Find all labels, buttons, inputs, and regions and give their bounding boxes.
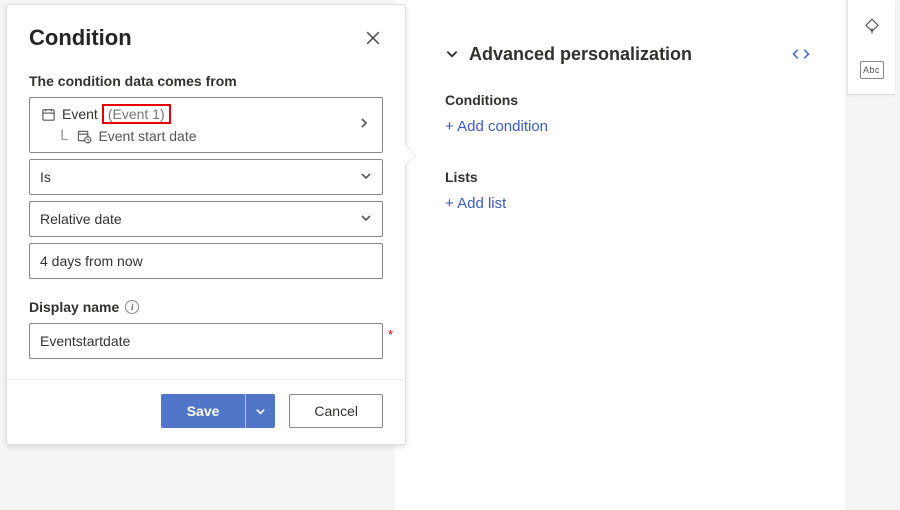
save-split-button: Save bbox=[161, 394, 276, 428]
condition-source-picker[interactable]: Event (Event 1) L bbox=[29, 97, 383, 153]
operator-select[interactable]: Is bbox=[29, 159, 383, 195]
add-condition-link[interactable]: + Add condition bbox=[445, 118, 548, 135]
code-icon[interactable] bbox=[787, 40, 815, 68]
event-label: Event bbox=[62, 106, 98, 122]
chevron-right-icon bbox=[358, 116, 370, 132]
dialog-title: Condition bbox=[29, 25, 132, 51]
calendar-clock-icon bbox=[76, 128, 92, 144]
right-tool-rail: Abc bbox=[847, 0, 895, 95]
cancel-button[interactable]: Cancel bbox=[289, 394, 383, 428]
chevron-down-icon bbox=[360, 169, 372, 185]
info-icon[interactable]: i bbox=[125, 300, 139, 314]
panel-toggle[interactable]: Advanced personalization bbox=[445, 44, 692, 65]
add-list-link[interactable]: + Add list bbox=[445, 195, 506, 212]
close-icon[interactable] bbox=[363, 28, 383, 48]
tag-icon[interactable] bbox=[852, 6, 892, 46]
required-indicator: * bbox=[388, 327, 393, 342]
event-field: Event start date bbox=[98, 128, 196, 144]
lists-section-label: Lists bbox=[445, 169, 815, 185]
chevron-down-icon bbox=[360, 211, 372, 227]
abc-icon[interactable]: Abc bbox=[852, 50, 892, 90]
display-name-input[interactable]: Eventstartdate bbox=[29, 323, 383, 359]
personalization-panel: Advanced personalization Conditions + Ad… bbox=[395, 0, 845, 510]
value-input[interactable]: 4 days from now bbox=[29, 243, 383, 279]
calendar-icon bbox=[40, 106, 56, 122]
display-name-label: Display name i bbox=[29, 299, 383, 315]
value-type-select[interactable]: Relative date bbox=[29, 201, 383, 237]
conditions-section-label: Conditions bbox=[445, 92, 815, 108]
source-label: The condition data comes from bbox=[29, 73, 383, 89]
save-button[interactable]: Save bbox=[161, 394, 246, 428]
save-dropdown[interactable] bbox=[245, 394, 275, 428]
event-instance: (Event 1) bbox=[108, 106, 165, 122]
chevron-down-icon bbox=[445, 47, 459, 61]
condition-dialog: Condition The condition data comes from bbox=[6, 4, 406, 445]
panel-title: Advanced personalization bbox=[469, 44, 692, 65]
tree-elbow-icon: L bbox=[60, 128, 70, 144]
